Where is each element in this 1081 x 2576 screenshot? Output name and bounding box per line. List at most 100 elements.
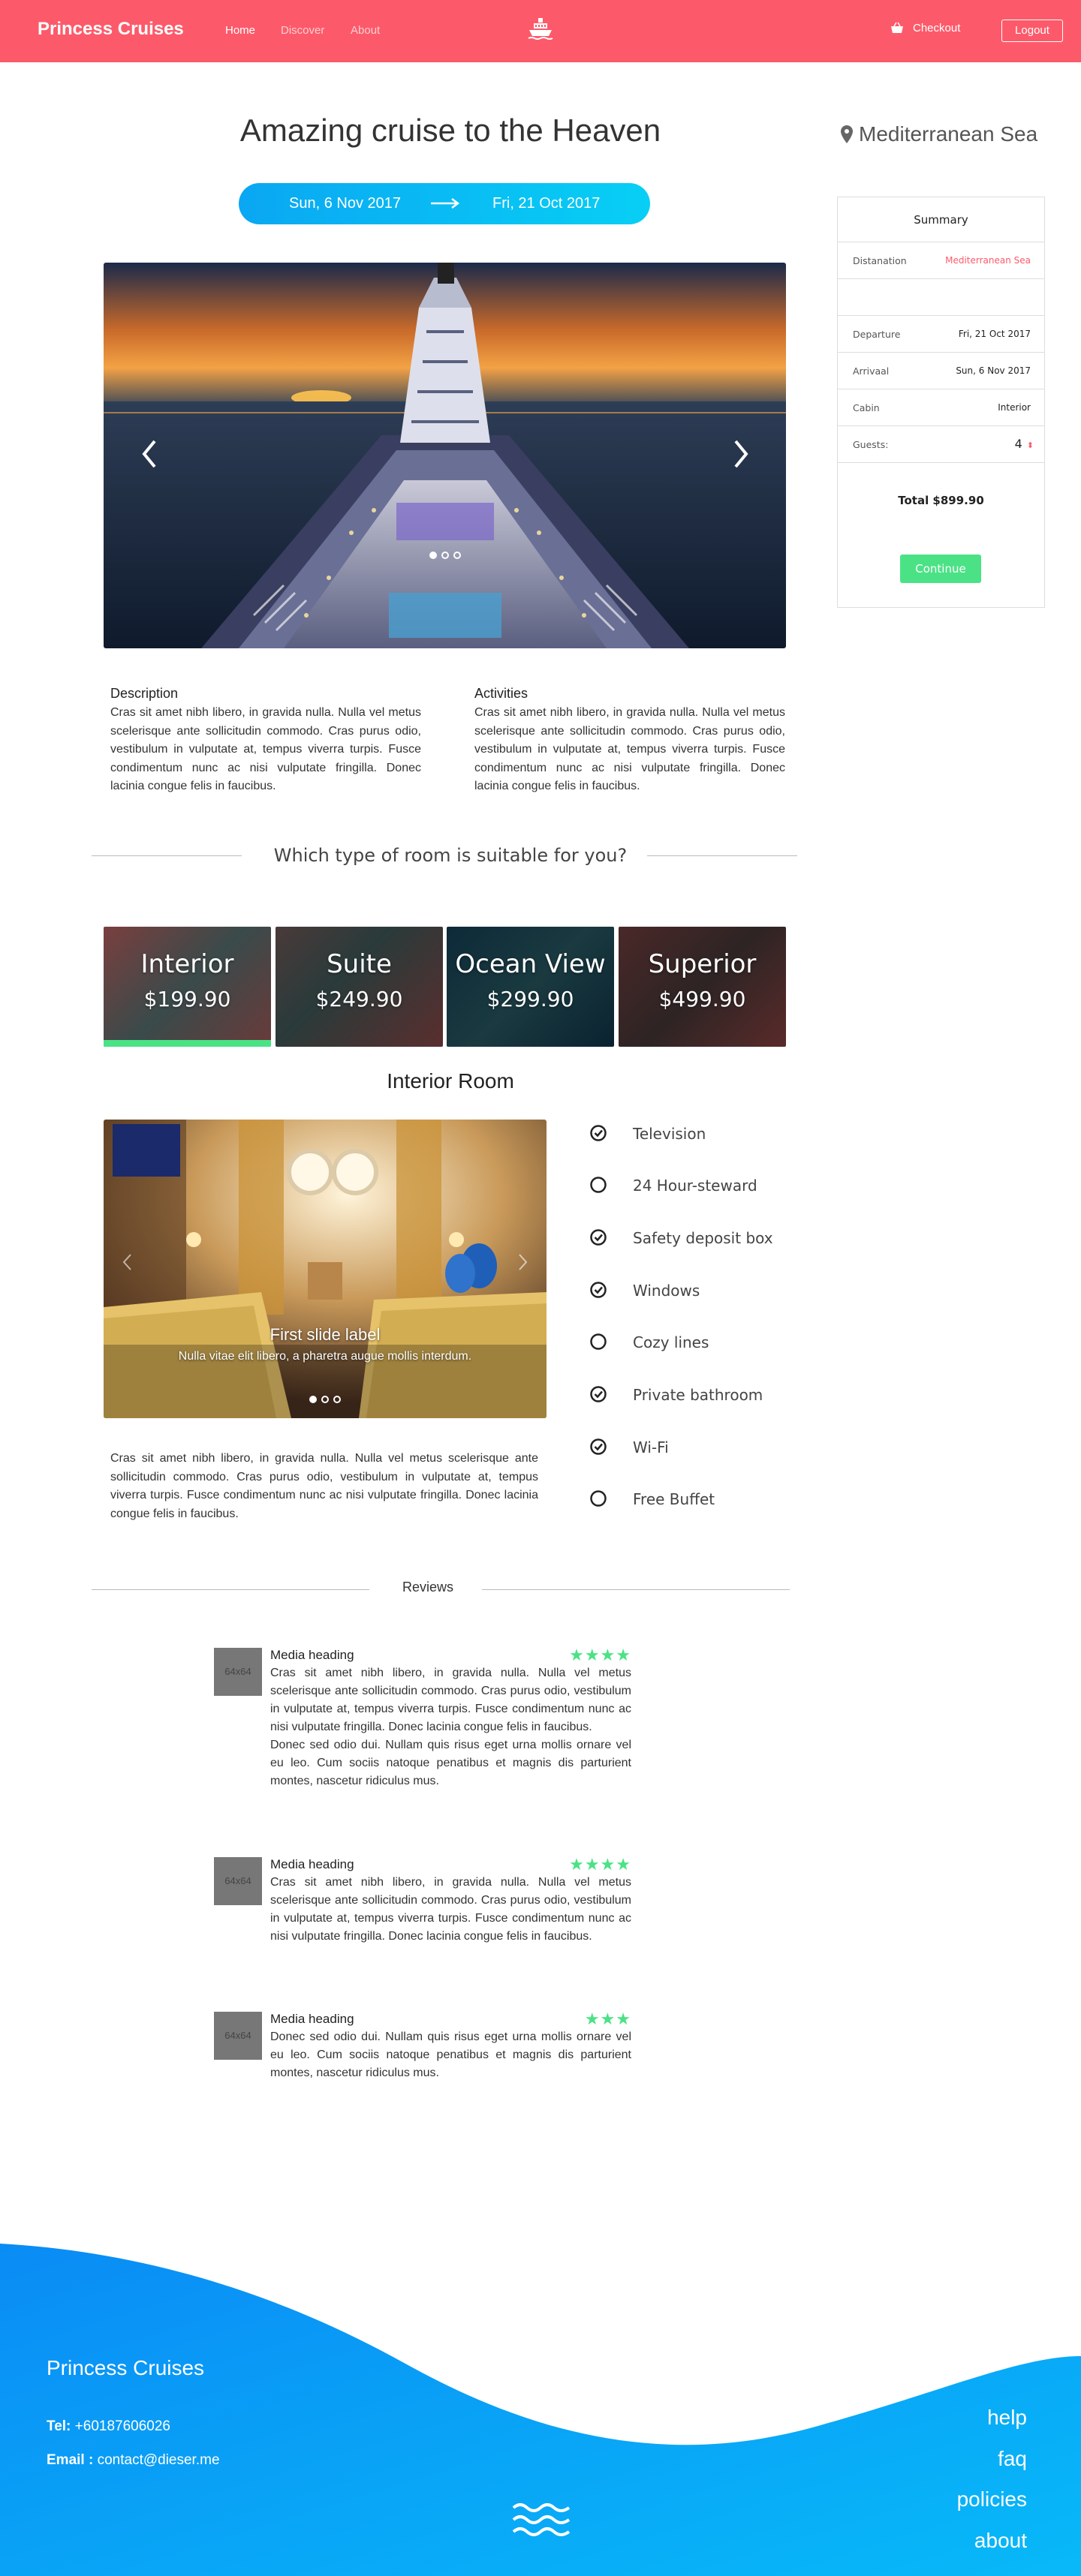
room-card-ocean-view[interactable]: Ocean View $299.90 — [447, 927, 614, 1047]
carousel-dot[interactable] — [429, 552, 437, 559]
date-to: Fri, 21 Oct 2017 — [492, 195, 601, 212]
activities-text: Cras sit amet nibh libero, in gravida nu… — [474, 706, 785, 792]
guests-stepper[interactable]: 4 ⬍ — [1015, 437, 1034, 451]
carousel-prev-icon[interactable] — [135, 435, 165, 473]
summary-label: Cabin — [853, 402, 880, 413]
stepper-arrows-icon[interactable]: ⬍ — [1027, 440, 1034, 450]
summary-spacer-row — [838, 279, 1044, 316]
room-description: Cras sit amet nibh libero, in gravida nu… — [110, 1452, 538, 1520]
room-card-interior[interactable]: Interior $199.90 — [104, 927, 271, 1047]
date-from: Sun, 6 Nov 2017 — [289, 195, 401, 212]
room-card-superior[interactable]: Superior $499.90 — [619, 927, 786, 1047]
check-circle-icon — [590, 1438, 607, 1455]
room-next-icon[interactable] — [513, 1251, 531, 1273]
amenity-label: Windows — [633, 1282, 700, 1300]
summary-guests-row: Guests: 4 ⬍ — [838, 426, 1044, 463]
review-text: Cras sit amet nibh libero, in gravida nu… — [270, 1876, 631, 1943]
empty-circle-icon — [590, 1333, 607, 1350]
summary-title: Summary — [838, 197, 1044, 242]
date-range-pill[interactable]: Sun, 6 Nov 2017 Fri, 21 Oct 2017 — [239, 183, 650, 224]
continue-button[interactable]: Continue — [900, 555, 981, 583]
checkout-link[interactable]: Checkout — [890, 22, 960, 35]
guests-count: 4 — [1014, 437, 1022, 451]
reviews-heading: Reviews — [402, 1580, 454, 1595]
summary-label: Guests: — [853, 439, 889, 450]
brand-logo[interactable]: Princess Cruises — [38, 19, 184, 40]
carousel-dot[interactable] — [321, 1396, 329, 1403]
carousel-dot[interactable] — [453, 552, 461, 559]
review-item: 64x64 Media heading ★★★★ Cras sit amet n… — [214, 1855, 631, 1970]
slide-label: First slide label — [269, 1325, 381, 1344]
star-rating-icon: ★★★ — [584, 2009, 631, 2028]
star-rating-icon: ★★★★ — [569, 1646, 631, 1664]
summary-destination-row: Distanation Mediterranean Sea — [838, 242, 1044, 279]
carousel-indicators — [104, 549, 786, 563]
reviewer-avatar: 64x64 — [214, 1857, 262, 1905]
room-detail-title: Interior Room — [387, 1069, 514, 1093]
room-card-name: Interior — [140, 949, 234, 979]
review-text: Cras sit amet nibh libero, in gravida nu… — [270, 1667, 631, 1733]
review-text: Donec sed odio dui. Nullam quis risus eg… — [270, 2030, 631, 2079]
carousel-dot[interactable] — [333, 1396, 341, 1403]
nav-home[interactable]: Home — [225, 24, 255, 37]
carousel-dot[interactable] — [441, 552, 449, 559]
review-heading: Media heading — [270, 2012, 354, 2026]
slide-caption: Nulla vitae elit libero, a pharetra augu… — [178, 1350, 472, 1363]
empty-circle-icon — [590, 1490, 607, 1507]
divider — [647, 855, 797, 856]
review-heading: Media heading — [270, 1857, 354, 1871]
carousel-next-icon[interactable] — [725, 435, 755, 473]
footer-link-policies[interactable]: policies — [957, 2487, 1027, 2511]
summary-value: Fri, 21 Oct 2017 — [958, 329, 1031, 339]
ship-deck-photo — [104, 263, 786, 648]
amenity-label: Private bathroom — [633, 1386, 763, 1404]
summary-label: Distanation — [853, 255, 907, 266]
description-text: Cras sit amet nibh libero, in gravida nu… — [110, 706, 421, 792]
room-card-price: $299.90 — [486, 987, 574, 1011]
empty-circle-icon — [590, 1177, 607, 1193]
email-label: Email : — [47, 2452, 94, 2468]
nav-discover[interactable]: Discover — [281, 24, 324, 37]
destination-location: Mediterranean Sea — [841, 122, 1037, 146]
selected-indicator — [104, 1040, 271, 1047]
activities-heading: Activities — [474, 686, 528, 701]
amenity-label: Safety deposit box — [633, 1229, 773, 1247]
room-card-name: Superior — [648, 949, 757, 979]
footer-phone: Tel: +60187606026 — [47, 2418, 170, 2435]
summary-value: Sun, 6 Nov 2017 — [956, 365, 1031, 376]
basket-icon — [891, 22, 903, 33]
room-card-price: $199.90 — [143, 987, 231, 1011]
divider — [92, 1589, 369, 1590]
summary-departure-row: Departure Fri, 21 Oct 2017 — [838, 316, 1044, 353]
amenity-label: Free Buffet — [633, 1490, 715, 1508]
summary-total: Total $899.90 — [898, 494, 984, 507]
reviewer-avatar: 64x64 — [214, 2012, 262, 2060]
check-circle-icon — [590, 1125, 607, 1141]
star-rating-icon: ★★★★ — [569, 1855, 631, 1874]
booking-summary: Summary Distanation Mediterranean Sea De… — [837, 197, 1045, 608]
nav-about[interactable]: About — [351, 24, 380, 37]
checkout-label: Checkout — [913, 22, 961, 35]
logout-button[interactable]: Logout — [1001, 20, 1063, 42]
check-circle-icon — [590, 1282, 607, 1298]
email-address[interactable]: contact@dieser.me — [98, 2452, 220, 2468]
footer-brand: Princess Cruises — [47, 2356, 205, 2379]
room-prev-icon[interactable] — [119, 1251, 137, 1273]
footer-link-faq[interactable]: faq — [998, 2447, 1027, 2471]
divider — [482, 1589, 790, 1590]
divider — [92, 855, 242, 856]
summary-arrival-row: Arrivaal Sun, 6 Nov 2017 — [838, 353, 1044, 389]
ship-icon[interactable] — [525, 17, 556, 41]
phone-number[interactable]: +60187606026 — [75, 2418, 170, 2434]
cruise-carousel[interactable] — [104, 263, 786, 648]
arrow-right-icon — [431, 198, 460, 209]
amenity-label: Television — [633, 1125, 706, 1143]
footer-link-about[interactable]: about — [974, 2529, 1027, 2553]
cabin-photo — [104, 1120, 547, 1418]
room-card-suite[interactable]: Suite $249.90 — [276, 927, 443, 1047]
review-body: Cras sit amet nibh libero, in gravida nu… — [270, 1664, 631, 1790]
footer-link-help[interactable]: help — [987, 2406, 1027, 2430]
room-card-price: $249.90 — [315, 987, 403, 1011]
carousel-dot[interactable] — [309, 1396, 317, 1403]
room-carousel[interactable]: First slide label Nulla vitae elit liber… — [104, 1120, 547, 1418]
